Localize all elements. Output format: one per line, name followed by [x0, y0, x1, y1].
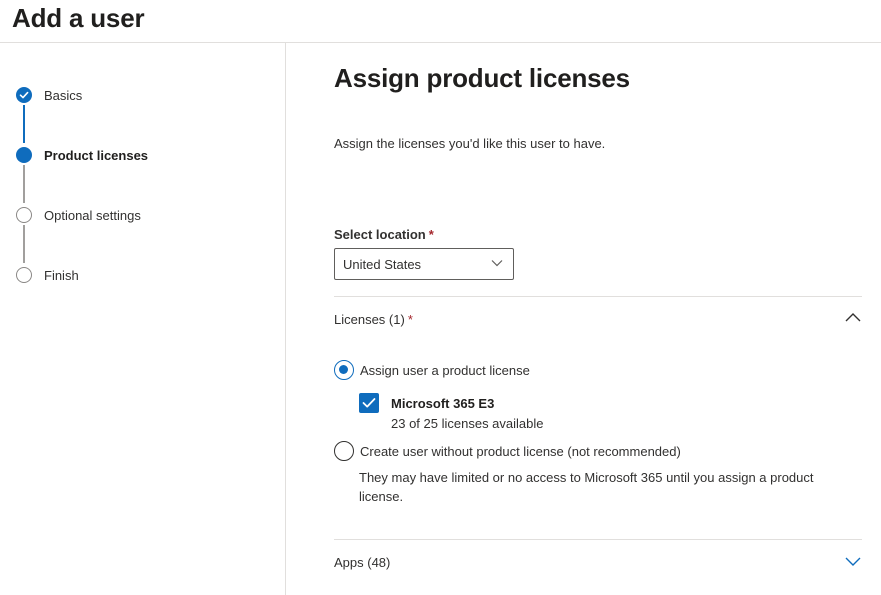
required-asterisk: *: [428, 227, 434, 242]
checkmark-icon: [362, 398, 376, 408]
location-label: Select location *: [334, 227, 434, 242]
step-connector: [23, 225, 25, 263]
no-license-radio[interactable]: [334, 441, 354, 461]
required-asterisk: *: [407, 312, 413, 327]
step-product-licenses[interactable]: Product licenses: [16, 147, 148, 163]
step-current-dot-icon: [16, 147, 32, 163]
step-label-optional-settings: Optional settings: [44, 207, 141, 223]
step-connector: [23, 165, 25, 203]
location-dropdown[interactable]: United States: [334, 248, 514, 280]
chevron-down-icon[interactable]: [845, 557, 861, 567]
license-availability: 23 of 25 licenses available: [391, 416, 544, 431]
apps-section-header[interactable]: Apps (48): [334, 555, 390, 570]
step-label-finish: Finish: [44, 267, 79, 283]
header-divider: [0, 42, 881, 43]
chevron-up-icon[interactable]: [845, 312, 861, 322]
microsoft-365-e3-checkbox[interactable]: [359, 393, 379, 413]
no-license-label: Create user without product license (not…: [360, 443, 681, 459]
step-pending-circle-icon: [16, 267, 32, 283]
section-divider: [334, 539, 862, 540]
section-divider: [334, 296, 862, 297]
step-pending-circle-icon: [16, 207, 32, 223]
step-label-product-licenses: Product licenses: [44, 147, 149, 163]
chevron-down-icon: [491, 260, 503, 267]
no-license-note: They may have limited or no access to Mi…: [359, 470, 814, 504]
license-name: Microsoft 365 E3: [391, 396, 495, 411]
step-finish[interactable]: Finish: [16, 267, 79, 283]
assign-license-radio[interactable]: [334, 360, 354, 380]
step-complete-check-icon: [16, 87, 32, 103]
step-label-basics: Basics: [44, 87, 83, 103]
assign-license-label: Assign user a product license: [360, 362, 530, 378]
location-selected-value: United States: [343, 256, 422, 272]
intro-text: Assign the licenses you'd like this user…: [334, 136, 606, 151]
page-title: Add a user: [12, 3, 145, 33]
assign-license-radio-row[interactable]: Assign user a product license: [334, 360, 530, 380]
sidebar-divider: [285, 43, 286, 595]
step-optional-settings[interactable]: Optional settings: [16, 207, 141, 223]
no-license-radio-row[interactable]: Create user without product license (not…: [334, 441, 681, 461]
step-basics[interactable]: Basics: [16, 87, 82, 103]
step-connector: [23, 105, 25, 143]
main-heading: Assign product licenses: [334, 63, 630, 93]
licenses-section-header[interactable]: Licenses (1) *: [334, 312, 413, 327]
